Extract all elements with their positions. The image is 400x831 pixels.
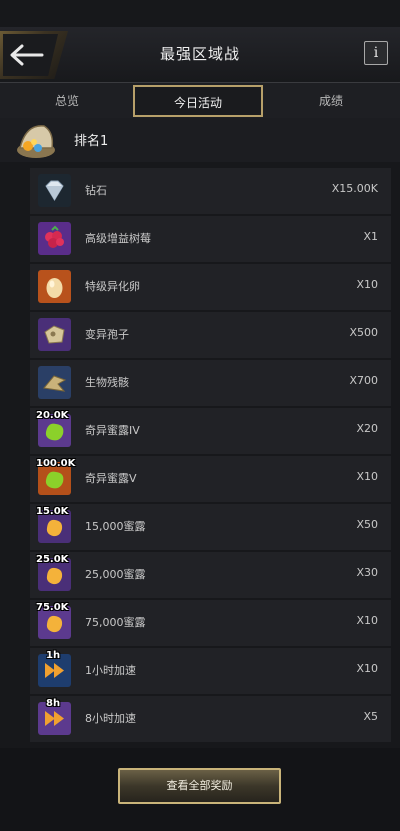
- rank-header: 排名1: [0, 118, 400, 162]
- rank-label: 排名1: [74, 134, 109, 149]
- reward-overlay-text: 20.0K: [36, 410, 69, 421]
- reward-row: 1h 1小时加速 X10: [30, 648, 391, 694]
- reward-name: 75,000蜜露: [85, 616, 146, 629]
- reward-quantity: X10: [356, 614, 378, 627]
- reward-quantity: X50: [356, 518, 378, 531]
- reward-row: 生物残骸 X700: [30, 360, 391, 406]
- tab-bar: 总览 今日活动 成绩: [0, 83, 400, 118]
- reward-name: 1小时加速: [85, 664, 136, 677]
- page-title: 最强区域战: [159, 45, 240, 63]
- honeydew-gold-icon: 15.0K: [36, 506, 71, 543]
- top-bar: 最强区域战 i: [0, 27, 400, 83]
- egg-icon: [38, 270, 71, 303]
- reward-name: 8小时加速: [85, 712, 136, 725]
- reward-overlay-text: 15.0K: [36, 506, 69, 517]
- reward-quantity: X30: [356, 566, 378, 579]
- reward-quantity: X15.00K: [331, 182, 378, 195]
- tab-results[interactable]: 成绩: [266, 85, 396, 117]
- reward-row: 特级异化卵 X10: [30, 264, 391, 310]
- reward-name: 生物残骸: [85, 376, 129, 389]
- diamond-icon: [38, 174, 71, 207]
- honeydew-green-icon: 20.0K: [36, 410, 71, 447]
- reward-name: 奇异蜜露IV: [85, 424, 140, 437]
- honeydew-green-icon: 100.0K: [36, 458, 75, 495]
- view-all-rewards-button[interactable]: 查看全部奖励: [118, 768, 281, 804]
- reward-quantity: X20: [356, 422, 378, 435]
- tab-overview[interactable]: 总览: [2, 85, 132, 117]
- reward-quantity: X700: [349, 374, 378, 387]
- reward-quantity: X10: [356, 470, 378, 483]
- reward-name: 高级增益树莓: [85, 232, 151, 245]
- honeydew-gold-icon: 25.0K: [36, 554, 71, 591]
- reward-row: 25.0K 25,000蜜露 X30: [30, 552, 391, 598]
- reward-quantity: X1: [363, 230, 378, 243]
- reward-row: 变异孢子 X500: [30, 312, 391, 358]
- honeydew-gold-icon: 75.0K: [36, 602, 71, 639]
- reward-name: 25,000蜜露: [85, 568, 146, 581]
- reward-name: 钻石: [85, 184, 107, 197]
- reward-name: 15,000蜜露: [85, 520, 146, 533]
- reward-name: 变异孢子: [85, 328, 129, 341]
- reward-name: 特级异化卵: [85, 280, 140, 293]
- reward-list: 钻石 X15.00K 高级增益树莓 X1 特级异化卵 X10 变异孢子 X500…: [0, 168, 400, 744]
- reward-quantity: X10: [356, 278, 378, 291]
- reward-row: 8h 8小时加速 X5: [30, 696, 391, 742]
- reward-row: 15.0K 15,000蜜露 X50: [30, 504, 391, 550]
- tab-today-events[interactable]: 今日活动: [133, 85, 263, 117]
- spore-icon: [38, 318, 71, 351]
- reward-overlay-text: 100.0K: [36, 458, 76, 469]
- reward-overlay-text: 8h: [46, 698, 61, 709]
- reward-quantity: X500: [349, 326, 378, 339]
- reward-name: 奇异蜜露V: [85, 472, 137, 485]
- reward-row: 75.0K 75,000蜜露 X10: [30, 600, 391, 646]
- reward-overlay-text: 25.0K: [36, 554, 69, 565]
- treasure-shell-icon: [17, 125, 55, 158]
- reward-overlay-text: 1h: [46, 650, 61, 661]
- footer-bar: 查看全部奖励: [0, 748, 400, 831]
- reward-row: 高级增益树莓 X1: [30, 216, 391, 262]
- speedup-icon: 1h: [38, 650, 71, 687]
- reward-row: 20.0K 奇异蜜露IV X20: [30, 408, 391, 454]
- info-button[interactable]: i: [364, 41, 388, 65]
- reward-row: 钻石 X15.00K: [30, 168, 391, 214]
- raspberry-icon: [38, 222, 71, 255]
- speedup-icon: 8h: [38, 698, 71, 735]
- reward-overlay-text: 75.0K: [36, 602, 69, 613]
- reward-quantity: X10: [356, 662, 378, 675]
- reward-quantity: X5: [363, 710, 378, 723]
- remains-icon: [38, 366, 71, 399]
- reward-row: 100.0K 奇异蜜露V X10: [30, 456, 391, 502]
